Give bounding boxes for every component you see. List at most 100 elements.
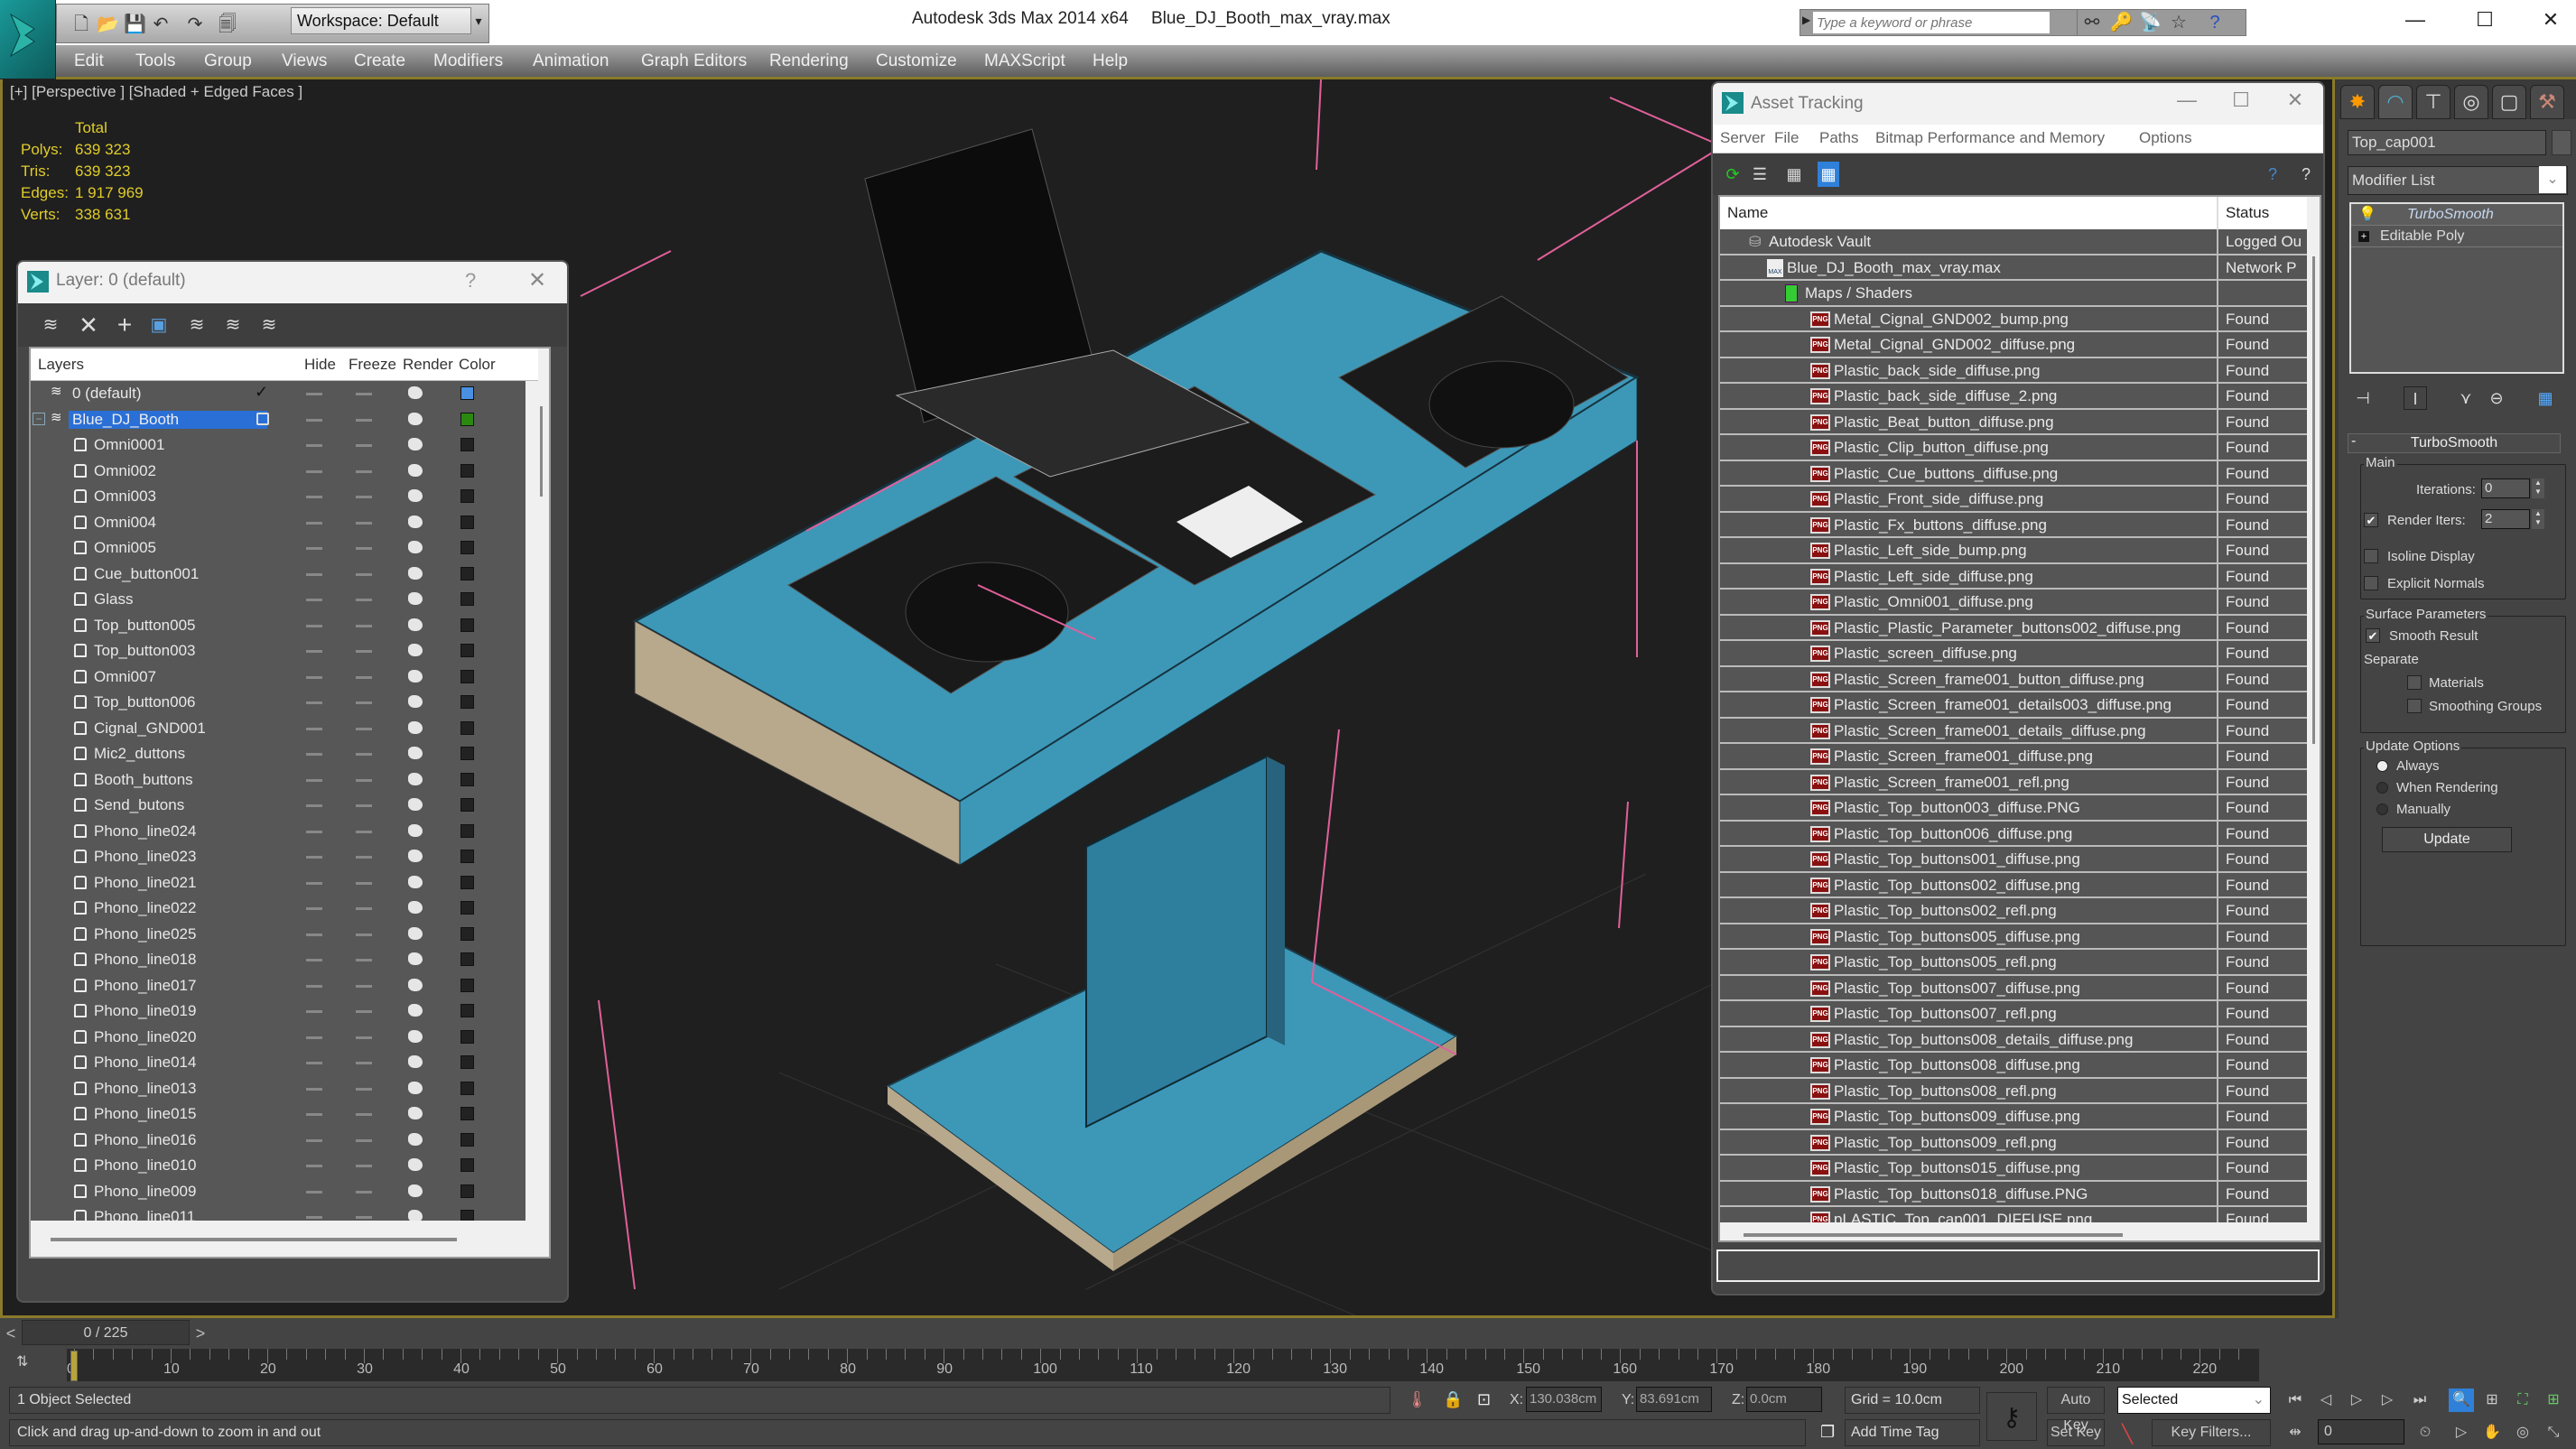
object-row[interactable]: Phono_line022 bbox=[31, 896, 525, 922]
menu-create[interactable]: Create bbox=[354, 45, 405, 78]
object-row[interactable]: Phono_line017 bbox=[31, 973, 525, 999]
freeze-toggle[interactable] bbox=[356, 469, 372, 473]
render-teapot-icon[interactable] bbox=[408, 1184, 423, 1197]
z-coordinate-field[interactable]: 0.0cm bbox=[1746, 1387, 1822, 1412]
freeze-toggle[interactable] bbox=[356, 521, 372, 525]
menu-file[interactable]: File bbox=[1774, 129, 1799, 147]
hide-toggle[interactable] bbox=[306, 572, 322, 576]
render-teapot-icon[interactable] bbox=[408, 901, 423, 914]
hide-toggle[interactable] bbox=[306, 599, 322, 601]
hierarchy-tab-icon[interactable]: ⊤ bbox=[2416, 85, 2450, 119]
table-view-icon[interactable]: ▦ bbox=[1818, 162, 1839, 187]
object-row[interactable]: Top_button003 bbox=[31, 638, 525, 664]
highlight-layer-icon[interactable]: ≋ bbox=[184, 312, 209, 338]
render-teapot-icon[interactable] bbox=[408, 489, 423, 502]
asset-row[interactable]: PNG Plastic_Top_button003_diffuse.PNG Foun… bbox=[1720, 795, 2307, 822]
motion-tab-icon[interactable]: ◎ bbox=[2454, 85, 2488, 119]
asset-row[interactable]: PNG Plastic_Clip_button_diffuse.png Found bbox=[1720, 435, 2307, 461]
color-swatch[interactable] bbox=[460, 618, 474, 632]
render-teapot-icon[interactable] bbox=[408, 515, 423, 528]
menu-help[interactable]: Help bbox=[1093, 45, 1128, 78]
asset-row[interactable]: PNG Plastic_Screen_frame001_refl.png Found bbox=[1720, 769, 2307, 795]
render-teapot-icon[interactable] bbox=[408, 1004, 423, 1017]
asset-row[interactable]: PNG Plastic_back_side_diffuse_2.png Found bbox=[1720, 384, 2307, 410]
freeze-toggle[interactable] bbox=[356, 1216, 372, 1219]
layer-row[interactable]: − ≋ Blue_DJ_Booth bbox=[31, 407, 525, 433]
object-row[interactable]: Phono_line009 bbox=[31, 1179, 525, 1205]
asset-row[interactable]: PNG Plastic_Left_side_diffuse.png Found bbox=[1720, 563, 2307, 590]
freeze-toggle[interactable] bbox=[356, 599, 372, 601]
render-teapot-icon[interactable] bbox=[408, 798, 423, 811]
close-button[interactable]: ✕ bbox=[2277, 88, 2313, 112]
hide-toggle[interactable] bbox=[306, 418, 322, 422]
hide-toggle[interactable] bbox=[306, 650, 322, 653]
freeze-toggle[interactable] bbox=[356, 1165, 372, 1167]
object-name-field[interactable]: Top_cap001 bbox=[2348, 130, 2546, 155]
viewport-label[interactable]: [+] [Perspective ] [Shaded + Edged Faces… bbox=[10, 83, 302, 101]
render-teapot-icon[interactable] bbox=[408, 978, 423, 991]
play-icon[interactable]: ▷ bbox=[2344, 1389, 2369, 1412]
asset-row[interactable]: PNG Plastic_Screen_frame001_details_diffu… bbox=[1720, 718, 2307, 744]
tree-view-icon[interactable]: ▦ bbox=[1783, 162, 1805, 187]
zoom-extents-icon[interactable]: ⛶ bbox=[2510, 1389, 2535, 1412]
redo-icon[interactable]: ↷ bbox=[185, 14, 205, 35]
menu-group[interactable]: Group bbox=[204, 45, 252, 78]
asset-row[interactable]: PNG Plastic_Top_buttons005_diffuse.png Fou… bbox=[1720, 924, 2307, 950]
freeze-toggle[interactable] bbox=[356, 418, 372, 422]
menu-tools[interactable]: Tools bbox=[135, 45, 175, 78]
asset-row[interactable]: PNG Plastic_Plastic_Parameter_buttons002_… bbox=[1720, 615, 2307, 641]
asset-row[interactable]: PNG pLASTIC_Top_cap001_DIFFUSE.png Found bbox=[1720, 1207, 2307, 1222]
asset-row[interactable]: MAX Blue_DJ_Booth_max_vray.max Network P bbox=[1720, 255, 2307, 281]
minimize-button[interactable]: — bbox=[2397, 5, 2433, 34]
color-swatch[interactable] bbox=[460, 1132, 474, 1147]
render-teapot-icon[interactable] bbox=[408, 850, 423, 862]
column-color[interactable]: Color bbox=[459, 356, 496, 374]
object-row[interactable]: Omni007 bbox=[31, 664, 525, 691]
column-render[interactable]: Render bbox=[403, 356, 453, 374]
set-key-button[interactable]: Set Key bbox=[2047, 1419, 2105, 1446]
spinner-arrows-icon[interactable]: ▲ ▼ bbox=[2532, 478, 2544, 498]
previous-frame-button[interactable]: < bbox=[2, 1322, 20, 1345]
freeze-toggle[interactable] bbox=[356, 856, 372, 859]
asset-row[interactable]: PNG Plastic_Screen_frame001_button_diffus… bbox=[1720, 666, 2307, 692]
asset-row[interactable]: PNG Metal_Cignal_GND002_diffuse.png Found bbox=[1720, 332, 2307, 358]
menu-edit[interactable]: Edit bbox=[74, 45, 104, 78]
select-objects-icon[interactable]: ▣ bbox=[146, 312, 172, 338]
render-teapot-icon[interactable] bbox=[408, 1158, 423, 1171]
asset-row[interactable]: PNG Plastic_Top_buttons007_refl.png Found bbox=[1720, 1001, 2307, 1027]
render-teapot-icon[interactable] bbox=[408, 747, 423, 759]
add-to-layer-icon[interactable]: + bbox=[112, 312, 137, 338]
object-row[interactable]: Omni0001 bbox=[31, 432, 525, 459]
key-mode-toggle-icon[interactable]: ⇹ bbox=[2283, 1421, 2308, 1444]
app-menu-button[interactable] bbox=[0, 0, 56, 79]
color-swatch[interactable] bbox=[460, 1029, 474, 1044]
object-row[interactable]: Send_butons bbox=[31, 793, 525, 819]
close-button[interactable]: ✕ bbox=[528, 267, 546, 293]
hide-toggle[interactable] bbox=[306, 496, 322, 498]
color-swatch[interactable] bbox=[460, 1004, 474, 1017]
next-key-icon[interactable]: ▷ bbox=[2375, 1389, 2400, 1412]
object-row[interactable]: Phono_line010 bbox=[31, 1153, 525, 1179]
close-button[interactable]: ✕ bbox=[2533, 5, 2569, 34]
hide-toggle[interactable] bbox=[306, 907, 322, 910]
layer-horizontal-scrollbar[interactable] bbox=[51, 1238, 457, 1241]
remove-modifier-icon[interactable]: ⊖ bbox=[2485, 386, 2508, 410]
freeze-toggle[interactable] bbox=[356, 1190, 372, 1194]
satellite-icon[interactable]: 📡 bbox=[2139, 12, 2162, 33]
isolate-selection-icon[interactable]: 🌡 bbox=[1407, 1390, 1427, 1409]
freeze-toggle[interactable] bbox=[356, 727, 372, 730]
render-teapot-icon[interactable] bbox=[408, 412, 423, 425]
menu-maxscript[interactable]: MAXScript bbox=[984, 45, 1065, 78]
asset-row[interactable]: PNG Plastic_Top_buttons007_diffuse.png Fou… bbox=[1720, 975, 2307, 1001]
hide-toggle[interactable] bbox=[306, 1165, 322, 1167]
stack-item-editable-poly[interactable]: + Editable Poly bbox=[2351, 226, 2562, 247]
iterations-spinner[interactable]: 0 bbox=[2481, 478, 2530, 498]
stack-item-turbosmooth[interactable]: 💡 TurboSmooth bbox=[2351, 204, 2562, 226]
hide-toggle[interactable] bbox=[306, 1036, 322, 1039]
current-frame-field[interactable]: 0 bbox=[2318, 1419, 2404, 1444]
set-keys-key-icon[interactable]: ⚷ bbox=[1986, 1392, 2037, 1441]
render-teapot-icon[interactable] bbox=[408, 1132, 423, 1146]
menu-modifiers[interactable]: Modifiers bbox=[433, 45, 503, 78]
isoline-checkbox[interactable] bbox=[2364, 549, 2378, 563]
freeze-toggle[interactable] bbox=[356, 1138, 372, 1142]
